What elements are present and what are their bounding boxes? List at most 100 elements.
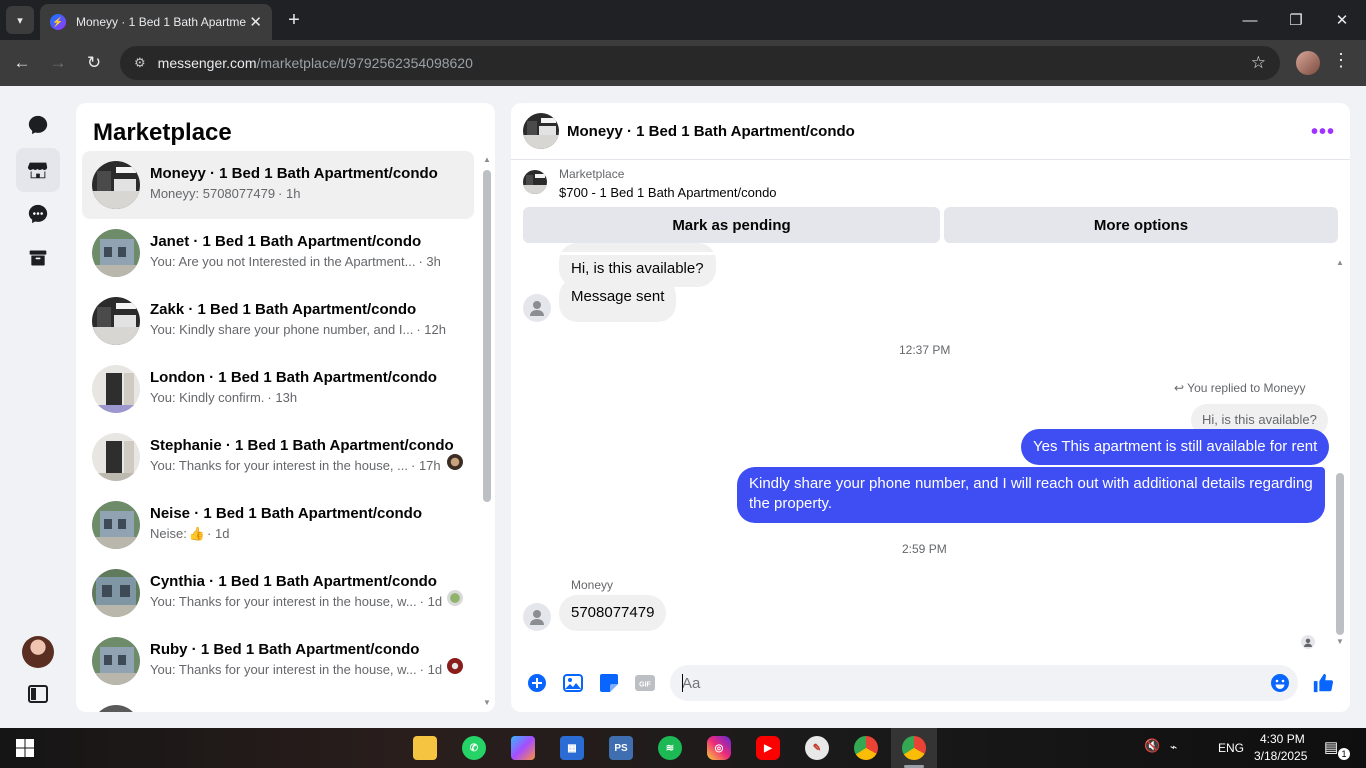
conversation-snippet: You: Thanks for your interest in the hou… [150, 594, 417, 609]
archive-icon[interactable] [16, 236, 60, 280]
replied-to-label: ↩ You replied to Moneyy [1174, 381, 1305, 395]
conversation-snippet: Neise: [150, 526, 187, 541]
mark-as-pending-button[interactable]: Mark as pending [523, 207, 940, 243]
url-host: messenger.com [157, 55, 257, 71]
conversation-time: · 1d [207, 526, 230, 541]
conversation-time: · 1d [419, 594, 443, 609]
copilot-icon[interactable] [511, 736, 535, 760]
listing-price[interactable]: $700 - 1 Bed 1 Bath Apartment/condo [559, 185, 777, 200]
network-icon[interactable]: ⌁ [1170, 740, 1177, 754]
gif-icon[interactable]: GIF [633, 671, 657, 695]
seen-receipt-icon [1301, 635, 1315, 649]
panel-title: Marketplace [93, 119, 232, 146]
windows-start-icon[interactable] [13, 736, 37, 760]
chat-title[interactable]: Moneyy · 1 Bed 1 Bath Apartment/condo [567, 123, 855, 140]
conversation-title: Moneyy · 1 Bed 1 Bath Apartment/condo [150, 165, 438, 182]
conversation-options-icon[interactable]: ••• [1311, 121, 1335, 144]
seen-by-avatar [447, 590, 463, 606]
reload-button[interactable]: ↻ [81, 50, 107, 76]
outgoing-message-bubble[interactable]: Yes This apartment is still available fo… [1021, 429, 1330, 465]
close-window-button[interactable]: ✕ [1330, 8, 1354, 32]
notification-center-icon[interactable]: ▤ [1324, 738, 1338, 756]
clock-date[interactable]: 3/18/2025 [1254, 749, 1307, 763]
marketplace-icon[interactable] [16, 148, 60, 192]
browser-profile-avatar[interactable] [1296, 51, 1320, 75]
back-button[interactable]: ← [9, 50, 35, 76]
conversation-list-scrollbar[interactable] [483, 170, 491, 502]
thumbs-up-send-icon[interactable] [1311, 671, 1335, 695]
minimize-button[interactable]: — [1238, 8, 1262, 32]
url-path: /marketplace/t/9792562354098620 [256, 55, 473, 71]
conversation-title: Cynthia · 1 Bed 1 Bath Apartment/condo [150, 573, 437, 590]
chat-listing-thumbnail[interactable] [523, 113, 559, 149]
instagram-icon[interactable]: ◎ [707, 736, 731, 760]
powershell-icon[interactable]: PS [609, 736, 633, 760]
clock-time[interactable]: 4:30 PM [1260, 732, 1305, 746]
contact-avatar[interactable] [523, 603, 551, 631]
incoming-message-bubble[interactable]: 5708077479 [559, 595, 667, 631]
browser-tab[interactable]: ⚡ Moneyy · 1 Bed 1 Bath Apartment/condo … [40, 4, 272, 40]
conversation-item[interactable] [82, 695, 474, 712]
photo-icon[interactable] [561, 671, 585, 695]
messenger-favicon-icon: ⚡ [50, 14, 66, 30]
emoji-icon[interactable] [1268, 671, 1292, 695]
chats-icon[interactable] [16, 103, 60, 147]
conversation-time: · 3h [418, 254, 441, 269]
conversation-item[interactable]: Ruby · 1 Bed 1 Bath Apartment/condo You:… [82, 627, 474, 695]
conversation-snippet: Moneyy: 5708077479 [150, 186, 276, 201]
more-options-button[interactable]: More options [944, 207, 1338, 243]
microsoft-store-icon[interactable]: ▦ [560, 736, 584, 760]
chrome-icon[interactable] [854, 736, 878, 760]
bookmark-star-icon[interactable]: ☆ [1251, 53, 1266, 73]
conversation-item[interactable]: Moneyy · 1 Bed 1 Bath Apartment/condo Mo… [82, 151, 474, 219]
conversation-item[interactable]: Cynthia · 1 Bed 1 Bath Apartment/condo Y… [82, 559, 474, 627]
conversation-title: Neise · 1 Bed 1 Bath Apartment/condo [150, 505, 422, 522]
user-profile-avatar[interactable] [22, 636, 54, 668]
listing-thumbnail [92, 365, 140, 413]
chat-scrollbar[interactable] [1336, 473, 1344, 635]
spotify-icon[interactable]: ≋ [658, 736, 682, 760]
mute-icon[interactable]: 🔇 [1144, 738, 1160, 754]
address-bar[interactable]: ⚙ messenger.com/marketplace/t/9792562354… [120, 46, 1280, 80]
sender-name: Moneyy [571, 578, 614, 592]
listing-thumbnail [92, 501, 140, 549]
chrome-profile-icon[interactable] [902, 736, 926, 760]
forward-button[interactable]: → [45, 50, 71, 76]
listing-thumbnail [92, 569, 140, 617]
scroll-down-arrow-icon[interactable]: ▼ [1336, 637, 1344, 646]
conversation-snippet: You: Thanks for your interest in the hou… [150, 458, 408, 473]
chat-panel: Moneyy · 1 Bed 1 Bath Apartment/condo ••… [511, 103, 1350, 712]
new-tab-button[interactable]: + [282, 8, 306, 32]
browser-menu-icon[interactable]: ⋮ [1332, 50, 1350, 71]
incoming-message-bubble[interactable]: Message sent [559, 278, 677, 322]
outgoing-message-bubble[interactable]: Kindly share your phone number, and I wi… [737, 467, 1325, 523]
sticker-icon[interactable] [597, 671, 621, 695]
plus-icon[interactable] [525, 671, 549, 695]
tab-search-button[interactable]: ▾ [6, 6, 34, 34]
youtube-icon[interactable]: ▶ [756, 736, 780, 760]
conversation-time: · 12h [416, 322, 446, 337]
paint-icon[interactable]: ✎ [805, 736, 829, 760]
listing-thumbnail [92, 433, 140, 481]
site-info-icon[interactable]: ⚙ [134, 55, 146, 71]
conversation-item[interactable]: Neise · 1 Bed 1 Bath Apartment/condo Nei… [82, 491, 474, 559]
conversation-time: · 1h [278, 186, 301, 201]
language-indicator[interactable]: ENG [1218, 741, 1244, 755]
scroll-down-arrow-icon[interactable]: ▼ [483, 698, 491, 707]
conversation-item[interactable]: Zakk · 1 Bed 1 Bath Apartment/condo You:… [82, 287, 474, 355]
conversation-item[interactable]: Janet · 1 Bed 1 Bath Apartment/condo You… [82, 219, 474, 287]
message-input[interactable] [670, 665, 1298, 701]
contact-avatar[interactable] [523, 294, 551, 322]
thumbs-up-icon: 👍 [188, 526, 206, 541]
file-explorer-icon[interactable] [413, 736, 437, 760]
close-tab-icon[interactable]: ✕ [249, 13, 262, 31]
whatsapp-icon[interactable]: ✆ [462, 736, 486, 760]
conversation-item[interactable]: London · 1 Bed 1 Bath Apartment/condo Yo… [82, 355, 474, 423]
conversation-item[interactable]: Stephanie · 1 Bed 1 Bath Apartment/condo… [82, 423, 474, 491]
message-requests-icon[interactable] [16, 192, 60, 236]
conversation-title: Ruby · 1 Bed 1 Bath Apartment/condo [150, 641, 420, 658]
sidebar-toggle-icon[interactable] [16, 672, 60, 716]
scroll-up-arrow-icon[interactable]: ▲ [483, 155, 491, 164]
scroll-up-arrow-icon[interactable]: ▲ [1336, 258, 1344, 267]
restore-button[interactable]: ❐ [1284, 8, 1308, 32]
